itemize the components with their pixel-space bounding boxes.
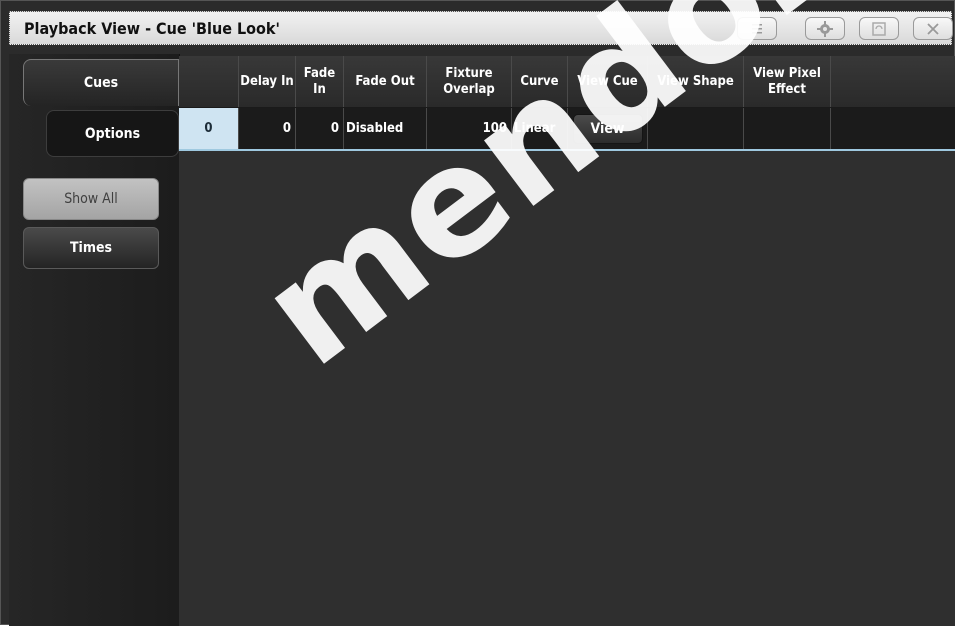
undock-button[interactable] xyxy=(859,17,899,40)
view-cue-button[interactable]: View xyxy=(572,113,643,144)
cell-delay-in[interactable]: 0 xyxy=(239,108,296,149)
cell-fade-in[interactable]: 0 xyxy=(296,108,344,149)
title-bar: Playback View - Cue 'Blue Look' xyxy=(9,11,953,45)
cell-cue-number[interactable]: 0 xyxy=(179,108,239,149)
empty-content-area xyxy=(179,151,955,626)
column-header-view-shape[interactable]: View Shape xyxy=(648,56,744,107)
column-header-number[interactable] xyxy=(179,56,239,107)
times-button[interactable]: Times xyxy=(23,227,159,269)
column-header-view-cue[interactable]: View Cue xyxy=(568,56,648,107)
cell-view-shape[interactable] xyxy=(648,108,744,149)
column-header-fixture-overlap[interactable]: Fixture Overlap xyxy=(427,56,512,107)
tab-options[interactable]: Options xyxy=(46,110,179,157)
column-header-curve[interactable]: Curve xyxy=(512,56,568,107)
cell-fixture-overlap[interactable]: 100 xyxy=(427,108,512,149)
table-row[interactable]: 0 0 0 Disabled 100 Linear View xyxy=(179,108,955,151)
cell-view-pixel-effect[interactable] xyxy=(744,108,831,149)
undock-icon xyxy=(872,21,886,36)
tab-cues[interactable]: Cues xyxy=(23,59,179,106)
gear-icon xyxy=(817,20,833,37)
settings-button[interactable] xyxy=(805,17,845,40)
table-header: Delay In Fade In Fade Out Fixture Overla… xyxy=(179,56,955,108)
cell-view-cue: View xyxy=(568,108,648,149)
column-header-view-pixel-effect[interactable]: View Pixel Effect xyxy=(744,56,831,107)
window-title: Playback View - Cue 'Blue Look' xyxy=(24,19,280,38)
close-icon xyxy=(927,22,939,35)
cell-curve[interactable]: Linear xyxy=(512,108,568,149)
cell-fade-out[interactable]: Disabled xyxy=(344,108,427,149)
show-all-button[interactable]: Show All xyxy=(23,178,159,220)
column-header-delay-in[interactable]: Delay In xyxy=(239,56,296,107)
menu-button[interactable] xyxy=(737,17,777,40)
playback-view-window: Playback View - Cue 'Blue Look' Cues Opt… xyxy=(0,0,955,626)
column-header-fade-in[interactable]: Fade In xyxy=(296,56,344,107)
close-button[interactable] xyxy=(913,17,953,40)
column-header-fade-out[interactable]: Fade Out xyxy=(344,56,427,107)
menu-icon xyxy=(752,23,762,33)
left-sidebar: Cues Options Show All Times xyxy=(9,54,180,626)
